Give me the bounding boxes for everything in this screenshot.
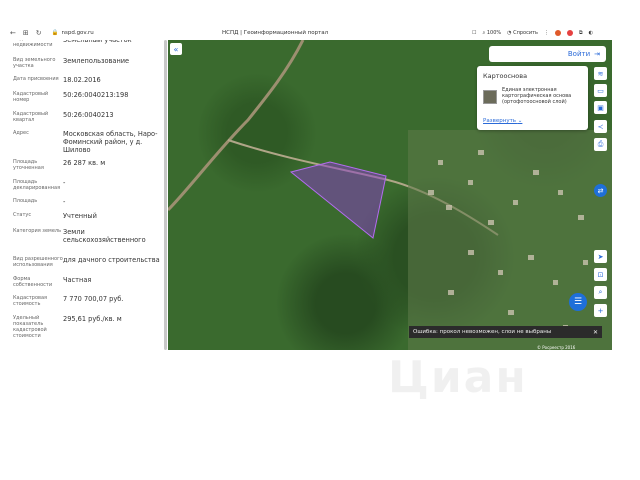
tools-button[interactable]: ⇄ (594, 184, 607, 197)
extensions-icon[interactable]: ⊞ (23, 29, 29, 37)
browser-actions: ☐ ⌕ 100% ◔ Спросить ⋮ ⧉ ◐ (472, 30, 593, 36)
field-row: Статус Учтенный (13, 212, 97, 220)
field-row: Адрес Московская область, Наро-Фоминский… (13, 130, 158, 154)
basemap-description: Единая электронная картографическая осно… (502, 87, 572, 106)
field-row: Вид земельного участка Землепользование (13, 57, 130, 69)
basemap-button[interactable]: ▭ (594, 84, 607, 97)
tools-icon: ⇄ (597, 186, 604, 195)
field-row: Кадастровый номер 50:26:0040213:198 (13, 91, 129, 103)
print-button[interactable]: ⎙ (594, 138, 607, 151)
back-icon[interactable]: ← (10, 29, 16, 37)
field-row: Площадь - (13, 198, 66, 206)
print-map-button[interactable]: ▣ (594, 101, 607, 114)
field-row: Вид объекта недвижимости Земельный участ… (13, 40, 132, 48)
field-row: Дата присвоения 18.02.2016 (13, 76, 101, 84)
field-row: Форма собственности Частная (13, 276, 92, 288)
error-toast: Ошибка: прокол невозможен, слои не выбра… (409, 326, 602, 338)
locate-icon: ➤ (597, 252, 604, 261)
layers-button[interactable]: ≋ (594, 67, 607, 80)
basemap-icon: ▭ (597, 86, 604, 95)
share-button[interactable]: ≺ (594, 120, 607, 133)
chat-button[interactable]: ☰ (569, 293, 587, 311)
locate-button[interactable]: ➤ (594, 250, 607, 263)
account-icon[interactable]: ◐ (589, 30, 593, 36)
field-row: Вид разрешенного использования для дачно… (13, 256, 160, 268)
zoom-in-button[interactable]: + (594, 304, 607, 317)
login-button[interactable]: Войти ⇥ (489, 46, 606, 62)
field-row: Площадь декларированная - (13, 179, 66, 191)
search-map-button[interactable]: ⌕ (594, 286, 607, 299)
field-row: Площадь уточненная 26 287 кв. м (13, 159, 106, 171)
panel-scrollbar[interactable] (164, 40, 167, 350)
field-row: Кадастровый квартал 50:26:0040213 (13, 111, 114, 123)
plus-icon: + (597, 306, 604, 315)
basemap-title: Картооснова (483, 72, 528, 80)
measure-button[interactable]: ⊡ (594, 268, 607, 281)
road (168, 40, 305, 212)
parcel-polygon[interactable] (289, 161, 387, 239)
lock-icon: 🔒 (51, 30, 59, 36)
layers-icon: ≋ (597, 69, 604, 78)
reload-icon[interactable]: ↻ (36, 29, 42, 37)
menu-icon[interactable]: ⋮ (544, 30, 549, 36)
browser-nav: ← ⊞ ↻ (10, 29, 42, 37)
collapse-panel-button[interactable]: « (170, 43, 182, 55)
address-bar[interactable]: 🔒 nspd.gov.ru (52, 30, 94, 36)
zoom-level[interactable]: ⌕ 100% (482, 30, 501, 36)
search-icon: ⌕ (598, 288, 603, 296)
extension-icon[interactable] (566, 30, 573, 36)
page-title: НСПД | Геоинформационный портал (222, 30, 329, 36)
bookmark-icon[interactable]: ☐ (472, 30, 476, 36)
field-row: Удельный показатель кадастровой стоимост… (13, 315, 122, 339)
ask-button[interactable]: ◔ Спросить (507, 30, 538, 36)
share-icon: ≺ (597, 122, 604, 131)
chevron-down-icon: ⌄ (517, 118, 523, 124)
chat-icon: ☰ (573, 297, 583, 307)
downloads-icon[interactable]: ⧉ (579, 30, 583, 36)
watermark-text: Циан (388, 352, 528, 403)
expand-link[interactable]: Развернуть ⌄ (483, 118, 522, 124)
browser-toolbar: ← ⊞ ↻ 🔒 nspd.gov.ru НСПД | Геоинформацио… (0, 26, 618, 40)
profile-icon[interactable] (554, 30, 561, 36)
image-icon: ▣ (597, 103, 604, 112)
url-text: nspd.gov.ru (61, 30, 94, 36)
map-attribution: © Росреестр 2016 (537, 345, 576, 350)
login-icon: ⇥ (594, 50, 600, 58)
close-icon[interactable]: ✕ (593, 329, 598, 336)
basemap-card: Картооснова Единая электронная картограф… (477, 66, 588, 130)
ruler-icon: ⊡ (597, 270, 604, 279)
object-info-panel: Вид объекта недвижимости Земельный участ… (0, 40, 168, 352)
field-row: Кадастровая стоимость 7 770 700,07 руб. (13, 295, 124, 307)
printer-icon: ⎙ (597, 140, 604, 148)
field-row: Категория земель Земли сельскохозяйствен… (13, 228, 146, 246)
basemap-thumbnail[interactable] (483, 90, 497, 104)
